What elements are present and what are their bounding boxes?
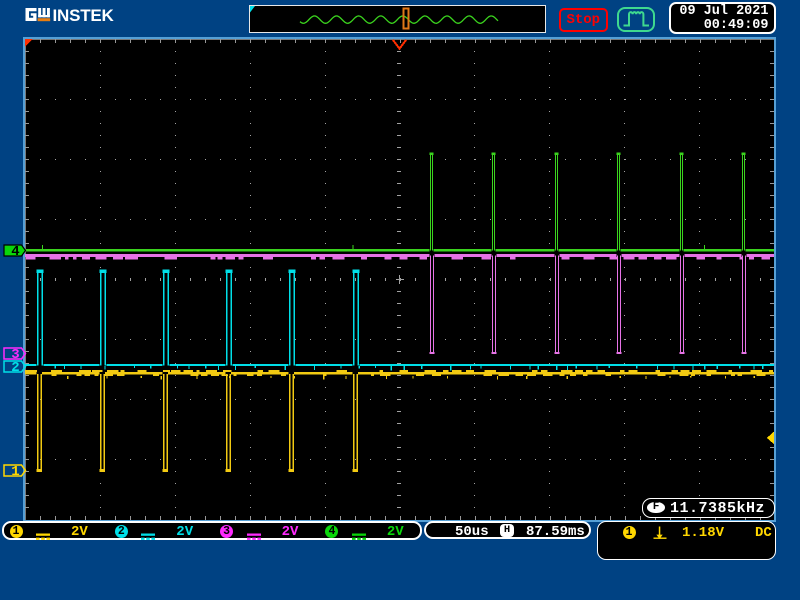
svg-text:4: 4 [11,244,19,257]
svg-text:3: 3 [11,347,19,360]
svg-text:2: 2 [11,360,19,373]
svg-text:1: 1 [11,465,19,478]
svg-text:INSTEK: INSTEK [53,7,115,23]
